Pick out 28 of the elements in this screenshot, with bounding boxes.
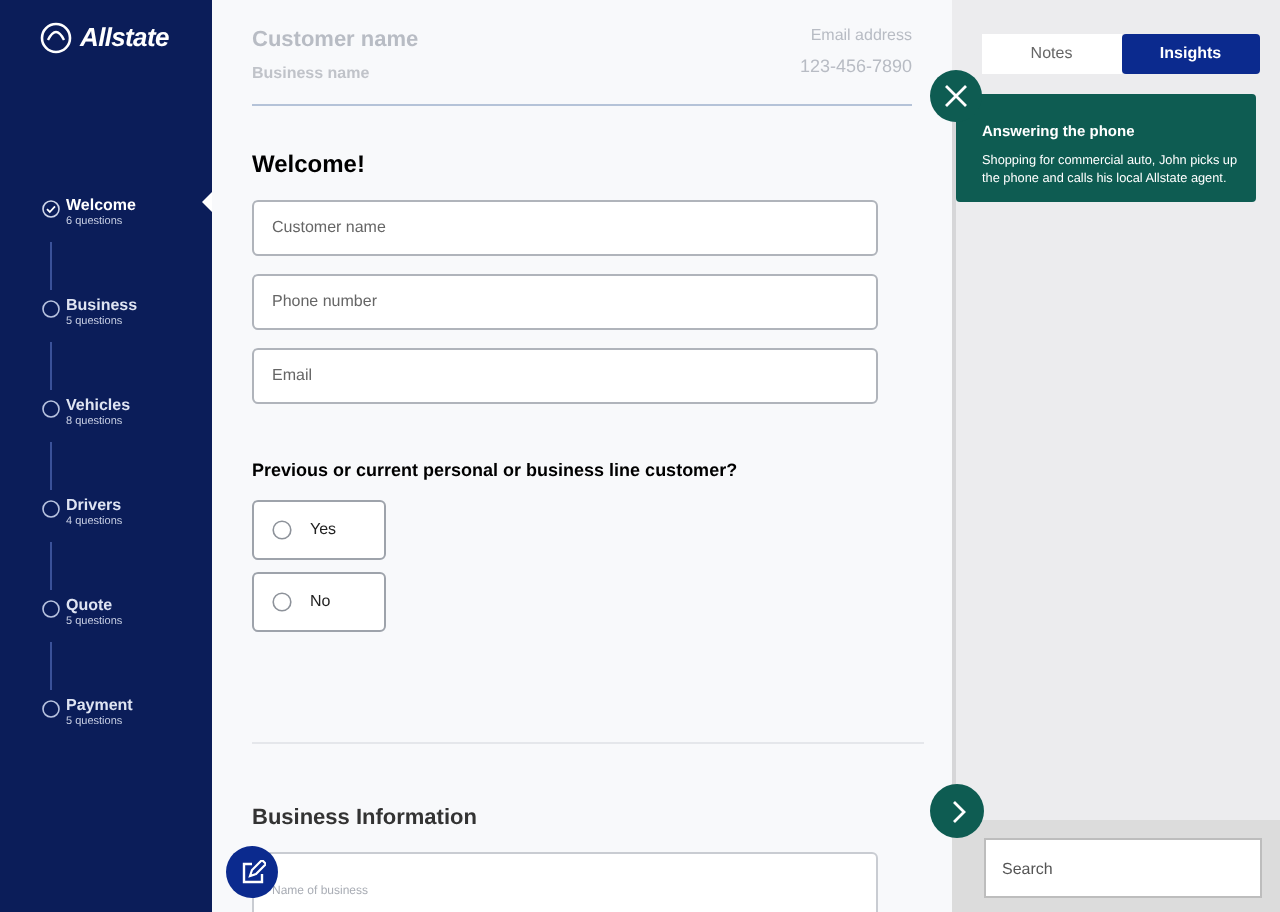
check-circle-icon [42,199,60,217]
radio-option[interactable]: Yes [252,500,386,560]
close-icon [944,84,968,108]
tab[interactable]: Notes [982,34,1121,74]
section-title: Business Information [252,804,479,834]
input-field[interactable]: Phone number [252,273,878,329]
brand-logo: Allstate [80,20,169,56]
circle-icon [42,699,60,717]
radio-icon [272,592,292,612]
question-text: Previous or current personal or business line customer? [252,457,740,484]
circle-icon [42,599,60,617]
section-title: Welcome! [252,147,367,181]
tab[interactable]: Insights [1121,34,1260,74]
search-field[interactable]: Search [984,838,1262,898]
circle-icon [42,499,60,517]
circle-icon [42,399,60,417]
radio-option[interactable]: No [252,572,386,632]
email-address: Email address [810,24,912,48]
circle-icon [42,299,60,317]
phone-number: 123-456-7890 [799,54,912,80]
customer-name: Customer name [252,26,419,56]
input-field[interactable]: Customer name [252,199,878,255]
logo-icon [40,21,72,54]
chevron-right-icon [949,799,965,823]
edit-icon [239,859,265,885]
radio-icon [272,520,292,540]
business-name: Business name [252,61,372,85]
input-field[interactable]: Email [252,347,878,403]
